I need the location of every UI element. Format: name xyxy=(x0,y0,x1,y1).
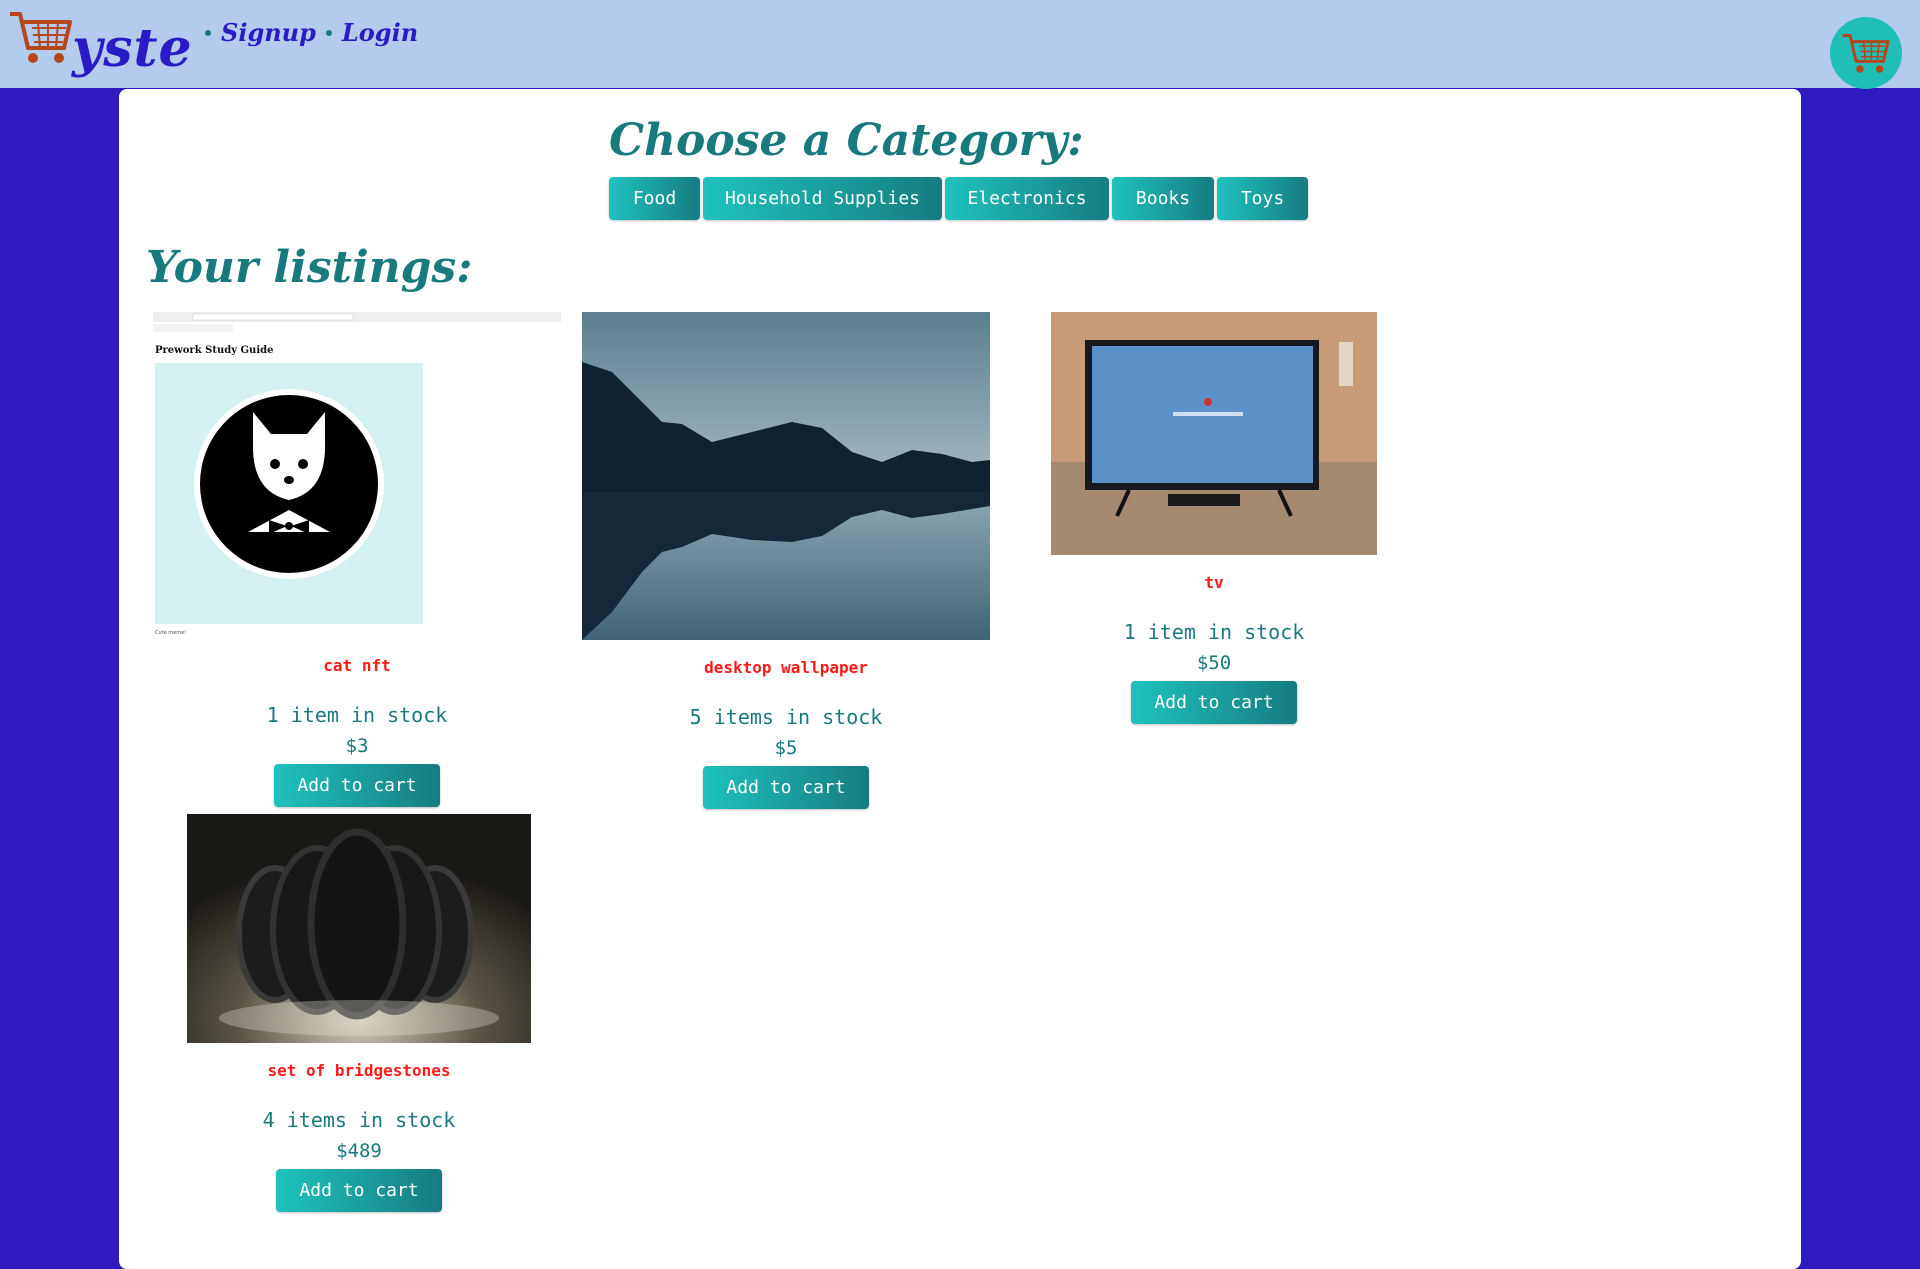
add-to-cart-button[interactable]: Add to cart xyxy=(1131,681,1297,724)
category-button-books[interactable]: Books xyxy=(1112,177,1214,220)
category-bar: Food Household Supplies Electronics Book… xyxy=(609,177,1308,220)
listing-card: desktop wallpaper 5 items in stock $5 Ad… xyxy=(582,312,990,809)
listings-heading: Your listings: xyxy=(146,242,473,293)
listing-card: tv 1 item in stock $50 Add to cart xyxy=(1051,312,1377,724)
top-nav-links: Signup Login xyxy=(205,18,418,47)
add-to-cart-button[interactable]: Add to cart xyxy=(703,766,869,809)
category-button-toys[interactable]: Toys xyxy=(1217,177,1308,220)
site-logo[interactable]: yste xyxy=(8,8,192,84)
listing-image-tv[interactable] xyxy=(1051,312,1377,555)
login-link[interactable]: Login xyxy=(342,18,418,47)
listing-price: $5 xyxy=(774,737,798,759)
nav-item-signup[interactable]: Signup xyxy=(205,18,316,47)
main-panel: Choose a Category: Food Household Suppli… xyxy=(119,89,1801,1269)
category-button-household-supplies[interactable]: Household Supplies xyxy=(703,177,942,220)
listing-title[interactable]: set of bridgestones xyxy=(267,1061,450,1080)
listing-price: $50 xyxy=(1196,652,1232,674)
bullet-icon xyxy=(325,29,332,36)
listing-price: $489 xyxy=(336,1140,382,1162)
shopping-cart-icon xyxy=(10,12,72,63)
top-navbar: yste Signup Login xyxy=(0,0,1920,89)
listing-card: Prework Study Guide Cute meme! cat nft 1… xyxy=(153,312,561,807)
listing-image-desktop-wallpaper[interactable] xyxy=(582,312,990,640)
listing-stock: 4 items in stock xyxy=(262,1108,456,1132)
category-button-food[interactable]: Food xyxy=(609,177,700,220)
brand-name: yste xyxy=(72,18,193,79)
listing-image-cat-nft[interactable]: Prework Study Guide Cute meme! xyxy=(153,312,561,638)
cart-icon xyxy=(1842,34,1890,73)
nav-item-login[interactable]: Login xyxy=(325,18,418,47)
image-text-prework: Prework Study Guide xyxy=(155,345,273,356)
add-to-cart-button[interactable]: Add to cart xyxy=(276,1169,442,1212)
listing-title[interactable]: tv xyxy=(1204,573,1223,592)
bullet-icon xyxy=(205,29,211,36)
category-button-electronics[interactable]: Electronics xyxy=(945,177,1109,220)
signup-link[interactable]: Signup xyxy=(221,18,316,47)
listing-title[interactable]: desktop wallpaper xyxy=(704,658,868,677)
cart-button[interactable] xyxy=(1830,17,1902,89)
listing-card: set of bridgestones 4 items in stock $48… xyxy=(187,814,531,1212)
listing-stock: 1 item in stock xyxy=(266,703,448,727)
category-heading: Choose a Category: xyxy=(609,115,1084,166)
image-caption: Cute meme! xyxy=(155,630,186,636)
listing-stock: 5 items in stock xyxy=(689,705,883,729)
listing-image-bridgestones[interactable] xyxy=(187,814,531,1043)
listing-stock: 1 item in stock xyxy=(1123,620,1305,644)
listing-price: $3 xyxy=(345,735,369,757)
listing-title[interactable]: cat nft xyxy=(323,656,390,675)
add-to-cart-button[interactable]: Add to cart xyxy=(274,764,440,807)
